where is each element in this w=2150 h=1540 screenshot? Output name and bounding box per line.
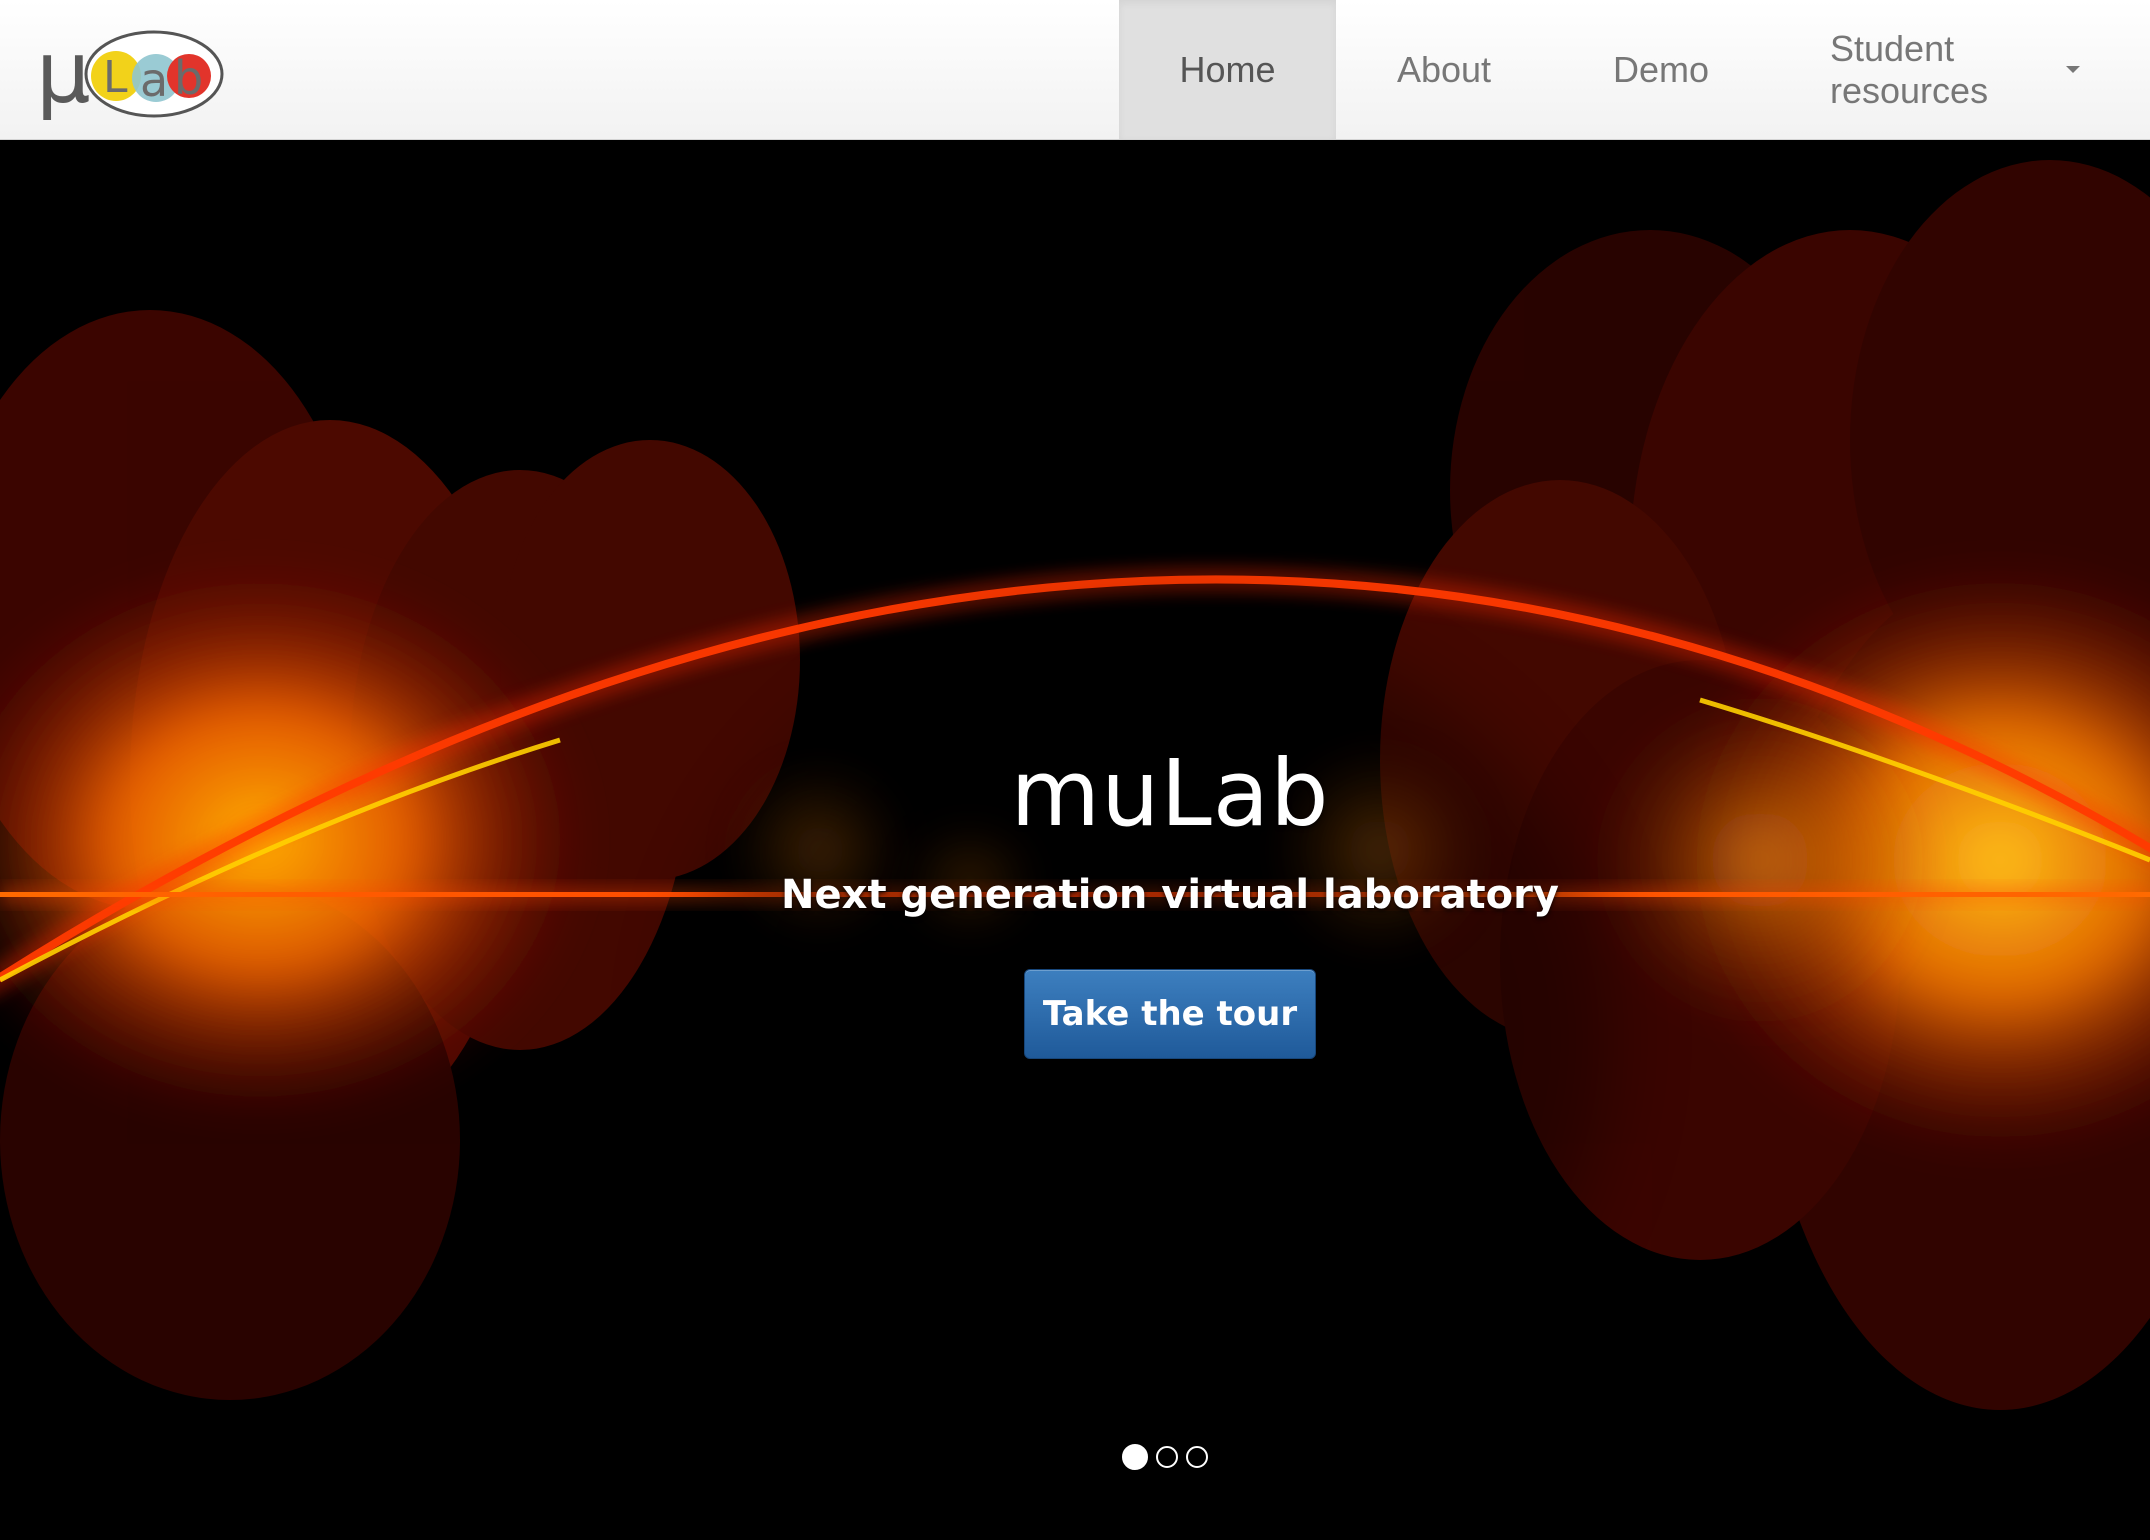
navbar: μ L a b Home About Demo Student resource… [0,0,2150,140]
hero-carousel: muLab Next generation virtual laboratory… [0,140,2150,1540]
nav-demo-label: Demo [1612,48,1710,90]
nav-student-resources-label: Student resources [1830,27,1989,111]
nav-demo[interactable]: Demo [1552,0,1770,139]
hero-title: muLab [1010,740,1330,847]
nav-home[interactable]: Home [1119,0,1336,139]
nav-student-resources[interactable]: Student resources [1770,0,2150,139]
hero-subtitle: Next generation virtual laboratory [781,872,1559,918]
svg-text:a: a [140,53,168,107]
svg-text:b: b [174,51,203,105]
nav-about[interactable]: About [1336,0,1552,139]
carousel-indicators [1122,1444,1208,1470]
svg-text:μ: μ [36,24,91,123]
svg-text:L: L [103,52,128,103]
carousel-indicator-1[interactable] [1122,1444,1148,1470]
nav-about-label: About [1396,48,1492,90]
brand-logo[interactable]: μ L a b [32,24,232,124]
take-the-tour-button[interactable]: Take the tour [1024,969,1316,1059]
carousel-indicator-3[interactable] [1186,1446,1208,1468]
caret-down-icon [2066,66,2080,73]
main-nav: Home About Demo Student resources [1119,0,2150,140]
nav-home-label: Home [1179,48,1276,90]
carousel-indicator-2[interactable] [1156,1446,1178,1468]
mulab-logo-icon: μ L a b [36,24,224,123]
page: μ L a b Home About Demo Student resource… [0,0,2150,1540]
